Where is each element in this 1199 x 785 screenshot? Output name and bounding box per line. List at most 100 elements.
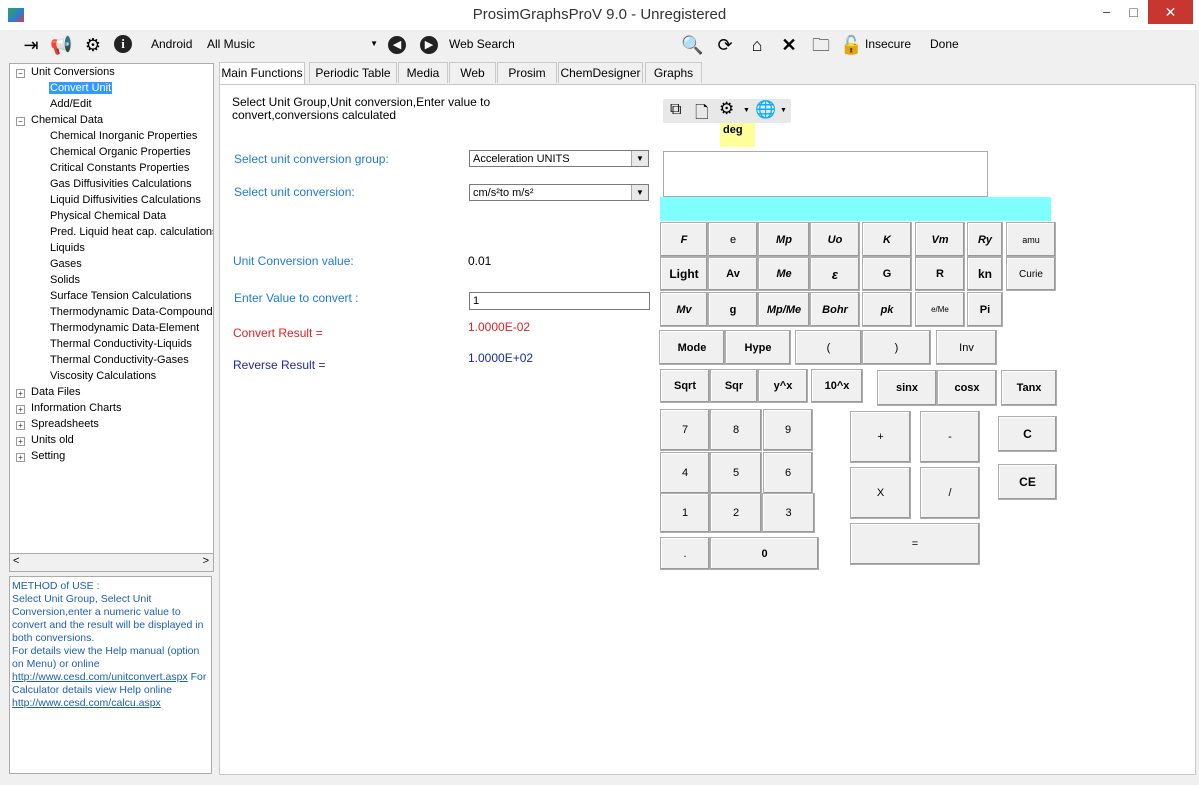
minimize-button[interactable]: − [1093, 0, 1120, 24]
tree-item-chemical-organic[interactable]: Chemical Organic Properties [50, 146, 191, 158]
key-mp-me[interactable]: Mp/Me [758, 292, 810, 327]
tree-item-units-old[interactable]: Units old [31, 434, 74, 446]
key-close-paren[interactable]: ) [862, 330, 931, 365]
tree-item-information-charts[interactable]: Information Charts [31, 402, 121, 414]
key-inv[interactable]: Inv [936, 330, 997, 365]
refresh-icon[interactable]: ⟳ [714, 34, 736, 56]
forward-icon[interactable]: ▶ [420, 36, 438, 54]
close-button[interactable]: ✕ [1148, 0, 1193, 24]
tree-item-add-edit[interactable]: Add/Edit [50, 98, 92, 110]
key-e[interactable]: e [708, 222, 758, 257]
unitconvert-link[interactable]: http://www.cesd.com/unitconvert.aspx [12, 671, 188, 683]
key-epsilon[interactable]: ε [810, 257, 860, 291]
music-dropdown[interactable]: All Music ▼ [205, 34, 380, 54]
unit-group-select[interactable]: Acceleration UNITS ▼ [469, 150, 649, 167]
tree-item-data-files[interactable]: Data Files [31, 386, 81, 398]
settings-icon[interactable]: ⚙ [82, 34, 104, 56]
calculator-help-link[interactable]: http://www.cesd.com/calcu.aspx [12, 697, 161, 709]
key-sinx[interactable]: sinx [877, 370, 937, 406]
key-plus[interactable]: + [850, 411, 911, 463]
key-cosx[interactable]: cosx [937, 370, 997, 406]
stop-icon[interactable]: ✕ [778, 34, 800, 56]
tree-item-thermal-cond-liquids[interactable]: Thermal Conductivity-Liquids [50, 338, 192, 350]
key-g-const[interactable]: G [862, 257, 912, 291]
tree-horizontal-scrollbar[interactable]: < > [9, 553, 214, 572]
chevron-right-icon[interactable]: > [203, 555, 209, 567]
key-multiply[interactable]: X [850, 467, 911, 519]
key-uo[interactable]: Uo [810, 222, 860, 257]
tree-item-spreadsheets[interactable]: Spreadsheets [31, 418, 99, 430]
key-mp[interactable]: Mp [758, 222, 810, 257]
megaphone-icon[interactable]: 📢 [50, 34, 72, 56]
key-pk[interactable]: pk [862, 292, 912, 327]
key-9[interactable]: 9 [763, 409, 813, 451]
key-8[interactable]: 8 [710, 409, 762, 451]
key-av[interactable]: Av [708, 257, 758, 291]
new-folder-icon[interactable]: 🗀 [810, 34, 832, 56]
home-icon[interactable]: ⌂ [746, 34, 768, 56]
key-sqr[interactable]: Sqr [710, 369, 758, 403]
tree-item-thermo-compound[interactable]: Thermodynamic Data-Compound [50, 306, 213, 318]
new-document-icon[interactable]: 🗋 [695, 100, 709, 129]
key-faraday[interactable]: F [660, 222, 708, 257]
search-icon[interactable]: 🔍 [681, 34, 703, 56]
tree-item-unit-conversions[interactable]: Unit Conversions [31, 66, 115, 78]
tab-main-functions[interactable]: Main Functions [219, 62, 305, 85]
tree-item-surface-tension[interactable]: Surface Tension Calculations [50, 290, 192, 302]
expand-icon[interactable]: + [16, 405, 25, 414]
copy-icon[interactable]: ⧉ [670, 101, 681, 119]
tree-item-physical-chemical[interactable]: Physical Chemical Data [50, 210, 166, 222]
key-mv[interactable]: Mv [660, 292, 708, 327]
key-divide[interactable]: / [920, 467, 980, 519]
chevron-down-icon[interactable]: ▼ [780, 107, 787, 114]
tree-item-convert-unit[interactable]: Convert Unit [49, 82, 113, 94]
tree-item-thermo-element[interactable]: Thermodynamic Data-Element [50, 322, 199, 334]
android-label[interactable]: Android [151, 37, 192, 51]
key-open-paren[interactable]: ( [795, 330, 862, 365]
key-amu[interactable]: amu [1006, 222, 1056, 257]
tree-item-thermal-cond-gases[interactable]: Thermal Conductivity-Gases [50, 354, 189, 366]
unit-conversion-select[interactable]: cm/s²to m/s² ▼ [469, 184, 649, 201]
key-y-pow-x[interactable]: y^x [758, 369, 808, 403]
tab-web[interactable]: Web [449, 62, 496, 83]
tree-item-gas-diffusivities[interactable]: Gas Diffusivities Calculations [50, 178, 192, 190]
key-decimal[interactable]: . [660, 537, 710, 570]
key-tanx[interactable]: Tanx [1001, 370, 1057, 406]
maximize-button[interactable]: □ [1120, 0, 1147, 24]
key-k[interactable]: K [862, 222, 912, 257]
key-0[interactable]: 0 [710, 537, 819, 570]
angle-mode-badge[interactable]: deg [720, 123, 755, 147]
tab-media[interactable]: Media [398, 62, 448, 83]
key-ten-pow-x[interactable]: 10^x [811, 369, 863, 403]
key-e-me[interactable]: e/Me [915, 292, 965, 327]
key-r[interactable]: R [915, 257, 965, 291]
key-3[interactable]: 3 [762, 493, 815, 533]
chevron-down-icon[interactable]: ▼ [743, 107, 750, 114]
key-6[interactable]: 6 [763, 452, 813, 494]
key-5[interactable]: 5 [710, 452, 762, 494]
key-2[interactable]: 2 [710, 493, 762, 533]
collapse-icon[interactable]: − [16, 69, 25, 78]
key-clear[interactable]: C [998, 416, 1057, 452]
tab-prosim[interactable]: Prosim [497, 62, 557, 83]
key-ry[interactable]: Ry [967, 222, 1003, 257]
key-hype[interactable]: Hype [725, 330, 791, 365]
tree-item-critical-constants[interactable]: Critical Constants Properties [50, 162, 189, 174]
tree-item-liquids[interactable]: Liquids [50, 242, 85, 254]
key-minus[interactable]: - [920, 411, 980, 463]
tree-item-setting[interactable]: Setting [31, 450, 65, 462]
web-search-label[interactable]: Web Search [449, 37, 515, 51]
key-light[interactable]: Light [660, 257, 708, 291]
tab-graphs[interactable]: Graphs [645, 62, 702, 83]
globe-icon[interactable]: 🌐 [755, 100, 776, 120]
key-me[interactable]: Me [758, 257, 810, 291]
expand-icon[interactable]: + [16, 437, 25, 446]
key-mode[interactable]: Mode [659, 330, 725, 365]
tree-item-viscosity[interactable]: Viscosity Calculations [50, 370, 156, 382]
tree-item-gases[interactable]: Gases [50, 258, 82, 270]
info-icon[interactable]: i [114, 35, 136, 57]
key-curie[interactable]: Curie [1006, 257, 1056, 291]
key-equals[interactable]: = [850, 523, 980, 565]
expand-icon[interactable]: + [16, 421, 25, 430]
key-bohr[interactable]: Bohr [810, 292, 860, 327]
